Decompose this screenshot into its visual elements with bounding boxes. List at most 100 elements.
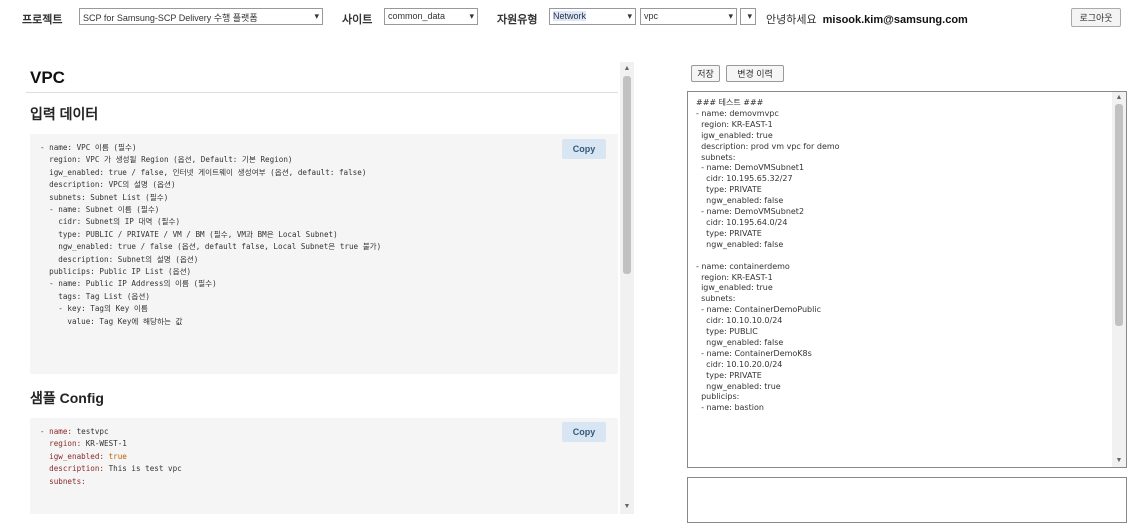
- editor-line: description: prod vm vpc for demo: [701, 141, 840, 151]
- editor-line: region: KR-EAST-1: [701, 272, 773, 282]
- editor-line: - name: ContainerDemoK8s: [701, 348, 812, 358]
- input-data-code: - name: VPC 이름 (필수) region: VPC 가 생성될 Re…: [30, 134, 618, 336]
- resource-select-value: vpc: [644, 11, 659, 21]
- editor-scroll-thumb[interactable]: [1115, 104, 1123, 326]
- code-line: value: Tag Key에 해당하는 값: [40, 316, 183, 326]
- code-line: cidr: Subnet의 IP 대역 (필수): [58, 217, 181, 227]
- scroll-down-icon[interactable]: ▼: [620, 500, 634, 514]
- editor-line: ngw_enabled: false: [706, 337, 784, 347]
- code-line: region: VPC 가 생성될 Region (옵션, Default: 기…: [49, 155, 293, 165]
- editor-line: - name: DemoVMSubnet1: [701, 163, 805, 173]
- sample-code-value: true: [108, 451, 127, 461]
- logout-button[interactable]: 로그아웃: [1071, 8, 1121, 27]
- editor-line: type: PRIVATE: [706, 185, 762, 195]
- copy-input-button[interactable]: Copy: [562, 139, 606, 159]
- code-line: - key: Tag의 Key 이름: [58, 304, 148, 314]
- resource-type-select[interactable]: Network: [549, 8, 636, 25]
- editor-line: subnets:: [701, 152, 736, 162]
- documentation-panel[interactable]: VPC 입력 데이터 - name: VPC 이름 (필수) region: V…: [26, 62, 634, 514]
- code-line: description: Subnet의 설명 (옵션): [58, 254, 199, 264]
- code-line: - name: Public IP Address의 이름 (필수): [49, 279, 217, 289]
- editor-line: ngw_enabled: false: [706, 196, 784, 206]
- editor-line: - name: DemoVMSubnet2: [701, 207, 805, 217]
- editor-line: ngw_enabled: false: [706, 239, 784, 249]
- editor-scrollbar[interactable]: ▲ ▼: [1112, 92, 1126, 467]
- resource-type-select-value: Network: [553, 11, 587, 21]
- resource-download-label: 리소스 다운로드(Excel): [329, 41, 419, 51]
- output-box[interactable]: [687, 477, 1127, 523]
- top-bar: 프로젝트 SCP for Samsung-SCP Delivery 수행 플랫폼…: [0, 0, 1140, 34]
- editor-line: igw_enabled: true: [701, 283, 773, 293]
- editor-scroll-down-icon[interactable]: ▼: [1112, 455, 1126, 467]
- page-title: VPC: [30, 68, 65, 87]
- editor-line: ngw_enabled: true: [706, 381, 781, 391]
- save-button[interactable]: 저장: [691, 65, 720, 82]
- scroll-up-icon[interactable]: ▲: [620, 62, 634, 76]
- resource-select[interactable]: vpc: [640, 8, 737, 25]
- concourse-guide-label: Concourse 사용자 가이드: [39, 41, 141, 51]
- sample-code-key: - name:: [40, 427, 77, 436]
- code-line: ngw_enabled: true / false (옵션, default f…: [58, 242, 382, 252]
- user-email: misook.kim@samsung.com: [822, 14, 968, 26]
- editor-scroll-up-icon[interactable]: ▲: [1112, 92, 1126, 104]
- code-line: type: PUBLIC / PRIVATE / VM / BM (필수, VM…: [58, 229, 338, 239]
- editor-line: region: KR-EAST-1: [701, 119, 773, 129]
- resource-manage-label: 리소스 관리: [452, 41, 496, 51]
- greeting-text: 안녕하세요: [766, 14, 817, 26]
- copy-sample-button[interactable]: Copy: [562, 422, 606, 442]
- sample-code-line: subnets:: [40, 477, 86, 486]
- editor-line: cidr: 10.10.10.0/24: [706, 316, 783, 326]
- code-line: - name: Subnet 이름 (필수): [49, 205, 160, 215]
- sample-config-heading: 샘플 Config: [30, 390, 104, 406]
- editor-line: - name: demovmvpc: [696, 108, 779, 118]
- config-editor[interactable]: ### 테스트 ### - name: demovmvpc region: KR…: [687, 91, 1127, 468]
- project-select[interactable]: SCP for Samsung-SCP Delivery 수행 플랫폼: [79, 8, 323, 25]
- editor-line: - name: ContainerDemoPublic: [701, 305, 821, 315]
- code-line: description: VPC의 설명 (옵션): [49, 180, 176, 190]
- editor-line: publicips:: [701, 392, 740, 402]
- site-select[interactable]: common_data: [384, 8, 478, 25]
- config-editor-guide-label: Config Editor 사용자 가이드: [179, 41, 291, 51]
- sample-code-value: KR-WEST-1: [85, 439, 127, 449]
- resource-manage-button[interactable]: 리소스 관리: [440, 36, 508, 56]
- editor-line: igw_enabled: true: [701, 130, 773, 140]
- sample-code-key: description:: [40, 464, 109, 474]
- title-divider: [26, 92, 618, 93]
- sample-config-code-block: - name: testvpc region: KR-WEST-1 igw_en…: [30, 418, 618, 514]
- sample-code-key: subnets:: [40, 476, 86, 486]
- editor-line: - name: containerdemo: [696, 261, 790, 271]
- code-line: tags: Tag List (옵션): [58, 291, 150, 301]
- project-select-value: SCP for Samsung-SCP Delivery 수행 플랫폼: [83, 13, 258, 23]
- sample-config-code: - name: testvpc region: KR-WEST-1 igw_en…: [30, 418, 618, 496]
- editor-line: type: PUBLIC: [706, 327, 758, 337]
- change-history-button[interactable]: 변경 이력: [726, 65, 784, 82]
- resource-detail-select[interactable]: [740, 8, 756, 25]
- sample-code-key: igw_enabled:: [40, 451, 109, 461]
- editor-line: type: PRIVATE: [706, 228, 762, 238]
- resource-type-label: 자원유형: [497, 14, 538, 26]
- editor-line: cidr: 10.195.64.0/24: [706, 217, 788, 227]
- resource-download-button[interactable]: 리소스 다운로드(Excel): [314, 36, 434, 56]
- input-data-code-block: - name: VPC 이름 (필수) region: VPC 가 생성될 Re…: [30, 134, 618, 374]
- sample-code-line: - name: testvpc: [40, 427, 109, 436]
- editor-line: cidr: 10.10.20.0/24: [706, 359, 783, 369]
- config-editor-text[interactable]: ### 테스트 ### - name: demovmvpc region: KR…: [688, 92, 1126, 420]
- code-line: publicips: Public IP List (옵션): [49, 267, 192, 277]
- config-editor-guide-button[interactable]: Config Editor 사용자 가이드: [161, 36, 309, 56]
- site-label: 사이트: [342, 14, 373, 26]
- editor-line: cidr: 10.195.65.32/27: [706, 174, 793, 184]
- input-data-heading: 입력 데이터: [30, 106, 99, 122]
- sample-code-key: region:: [40, 439, 86, 449]
- sample-code-line: description: This is test vpc: [40, 464, 182, 473]
- left-scroll-thumb[interactable]: [623, 76, 631, 274]
- code-line: - name: VPC 이름 (필수): [40, 143, 137, 152]
- sample-code-value: testvpc: [76, 427, 109, 436]
- editor-line: - name: bastion: [696, 403, 764, 413]
- sample-code-line: region: KR-WEST-1: [40, 439, 127, 448]
- sample-code-value: This is test vpc: [108, 464, 182, 474]
- left-scrollbar[interactable]: ▲ ▼: [620, 62, 634, 514]
- code-line: igw_enabled: true / false, 인터넷 게이트웨이 생성여…: [49, 167, 367, 177]
- editor-line: ### 테스트 ###: [696, 98, 764, 107]
- concourse-guide-button[interactable]: Concourse 사용자 가이드: [24, 36, 156, 56]
- editor-line: subnets:: [701, 294, 736, 304]
